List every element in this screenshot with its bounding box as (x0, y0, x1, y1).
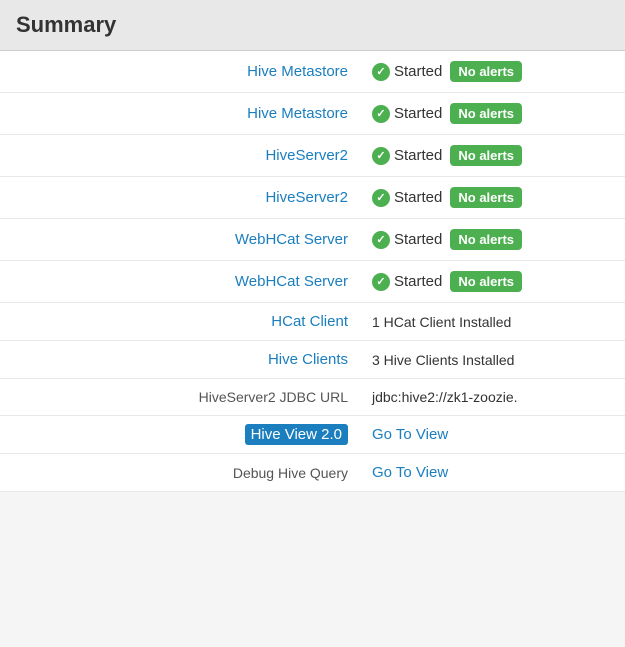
row-label-cell: HiveServer2 (0, 177, 360, 219)
row-label-cell: Hive View 2.0 (0, 416, 360, 454)
status-started: Started No alerts (372, 271, 613, 292)
row-label-cell: Hive Metastore (0, 93, 360, 135)
table-row: WebHCat Server Started No alerts (0, 219, 625, 261)
started-text: Started (394, 231, 442, 248)
status-text: jdbc:hive2://zk1-zoozie. (372, 389, 518, 405)
row-label-cell: HCat Client (0, 303, 360, 341)
started-text: Started (394, 147, 442, 164)
table-row: Hive Metastore Started No alerts (0, 93, 625, 135)
table-row: Hive Metastore Started No alerts (0, 51, 625, 93)
row-value-cell: Started No alerts (360, 219, 625, 261)
table-row: HiveServer2 Started No alerts (0, 135, 625, 177)
check-icon (372, 147, 390, 165)
row-value-cell: Go To View (360, 416, 625, 454)
no-alerts-badge: No alerts (450, 103, 522, 124)
no-alerts-badge: No alerts (450, 229, 522, 250)
status-started: Started No alerts (372, 61, 613, 82)
row-value-cell: Started No alerts (360, 177, 625, 219)
service-link[interactable]: HiveServer2 (265, 147, 348, 164)
check-icon (372, 105, 390, 123)
started-text: Started (394, 189, 442, 206)
service-link[interactable]: WebHCat Server (235, 231, 348, 248)
table-row: Hive Clients 3 Hive Clients Installed (0, 341, 625, 379)
row-value-cell: 1 HCat Client Installed (360, 303, 625, 341)
status-text: 3 Hive Clients Installed (372, 352, 514, 368)
status-text: 1 HCat Client Installed (372, 314, 511, 330)
row-label-cell: Debug Hive Query (0, 454, 360, 492)
no-alerts-badge: No alerts (450, 61, 522, 82)
highlighted-label: Hive View 2.0 (245, 424, 348, 445)
no-alerts-badge: No alerts (450, 271, 522, 292)
check-icon (372, 231, 390, 249)
row-value-cell: Started No alerts (360, 51, 625, 93)
page-title: Summary (16, 12, 609, 38)
row-label-cell: HiveServer2 (0, 135, 360, 177)
summary-table: Hive MetastoreStartedNo alertsHive Metas… (0, 51, 625, 492)
go-to-view-link[interactable]: Go To View (372, 426, 448, 443)
started-text: Started (394, 273, 442, 290)
row-value-cell: jdbc:hive2://zk1-zoozie. (360, 379, 625, 416)
row-value-cell: Started No alerts (360, 261, 625, 303)
table-row: HCat Client 1 HCat Client Installed (0, 303, 625, 341)
table-row: HiveServer2 JDBC URL jdbc:hive2://zk1-zoo… (0, 379, 625, 416)
check-icon (372, 63, 390, 81)
table-row: Debug Hive Query Go To View (0, 454, 625, 492)
summary-header: Summary (0, 0, 625, 51)
no-alerts-badge: No alerts (450, 187, 522, 208)
row-value-cell: Started No alerts (360, 93, 625, 135)
table-row: WebHCat Server Started No alerts (0, 261, 625, 303)
check-icon (372, 273, 390, 291)
row-label-cell: WebHCat Server (0, 261, 360, 303)
service-link[interactable]: HCat Client (271, 313, 348, 330)
no-alerts-badge: No alerts (450, 145, 522, 166)
service-link[interactable]: WebHCat Server (235, 273, 348, 290)
row-label-cell: HiveServer2 JDBC URL (0, 379, 360, 416)
service-link[interactable]: Hive Clients (268, 351, 348, 368)
status-started: Started No alerts (372, 187, 613, 208)
page-container: Summary Hive MetastoreStartedNo alertsHi… (0, 0, 625, 492)
check-icon (372, 189, 390, 207)
go-to-view-link[interactable]: Go To View (372, 464, 448, 481)
row-value-cell: Go To View (360, 454, 625, 492)
table-row: Hive View 2.0 Go To View (0, 416, 625, 454)
status-started: Started No alerts (372, 229, 613, 250)
service-link[interactable]: Hive Metastore (247, 105, 348, 122)
row-label-cell: Hive Clients (0, 341, 360, 379)
started-text: Started (394, 105, 442, 122)
status-started: Started No alerts (372, 145, 613, 166)
row-label-cell: WebHCat Server (0, 219, 360, 261)
started-text: Started (394, 63, 442, 80)
row-label-cell: Hive Metastore (0, 51, 360, 93)
service-link[interactable]: Hive Metastore (247, 63, 348, 80)
table-row: HiveServer2 Started No alerts (0, 177, 625, 219)
service-link[interactable]: HiveServer2 (265, 189, 348, 206)
row-value-cell: 3 Hive Clients Installed (360, 341, 625, 379)
status-started: Started No alerts (372, 103, 613, 124)
row-value-cell: Started No alerts (360, 135, 625, 177)
